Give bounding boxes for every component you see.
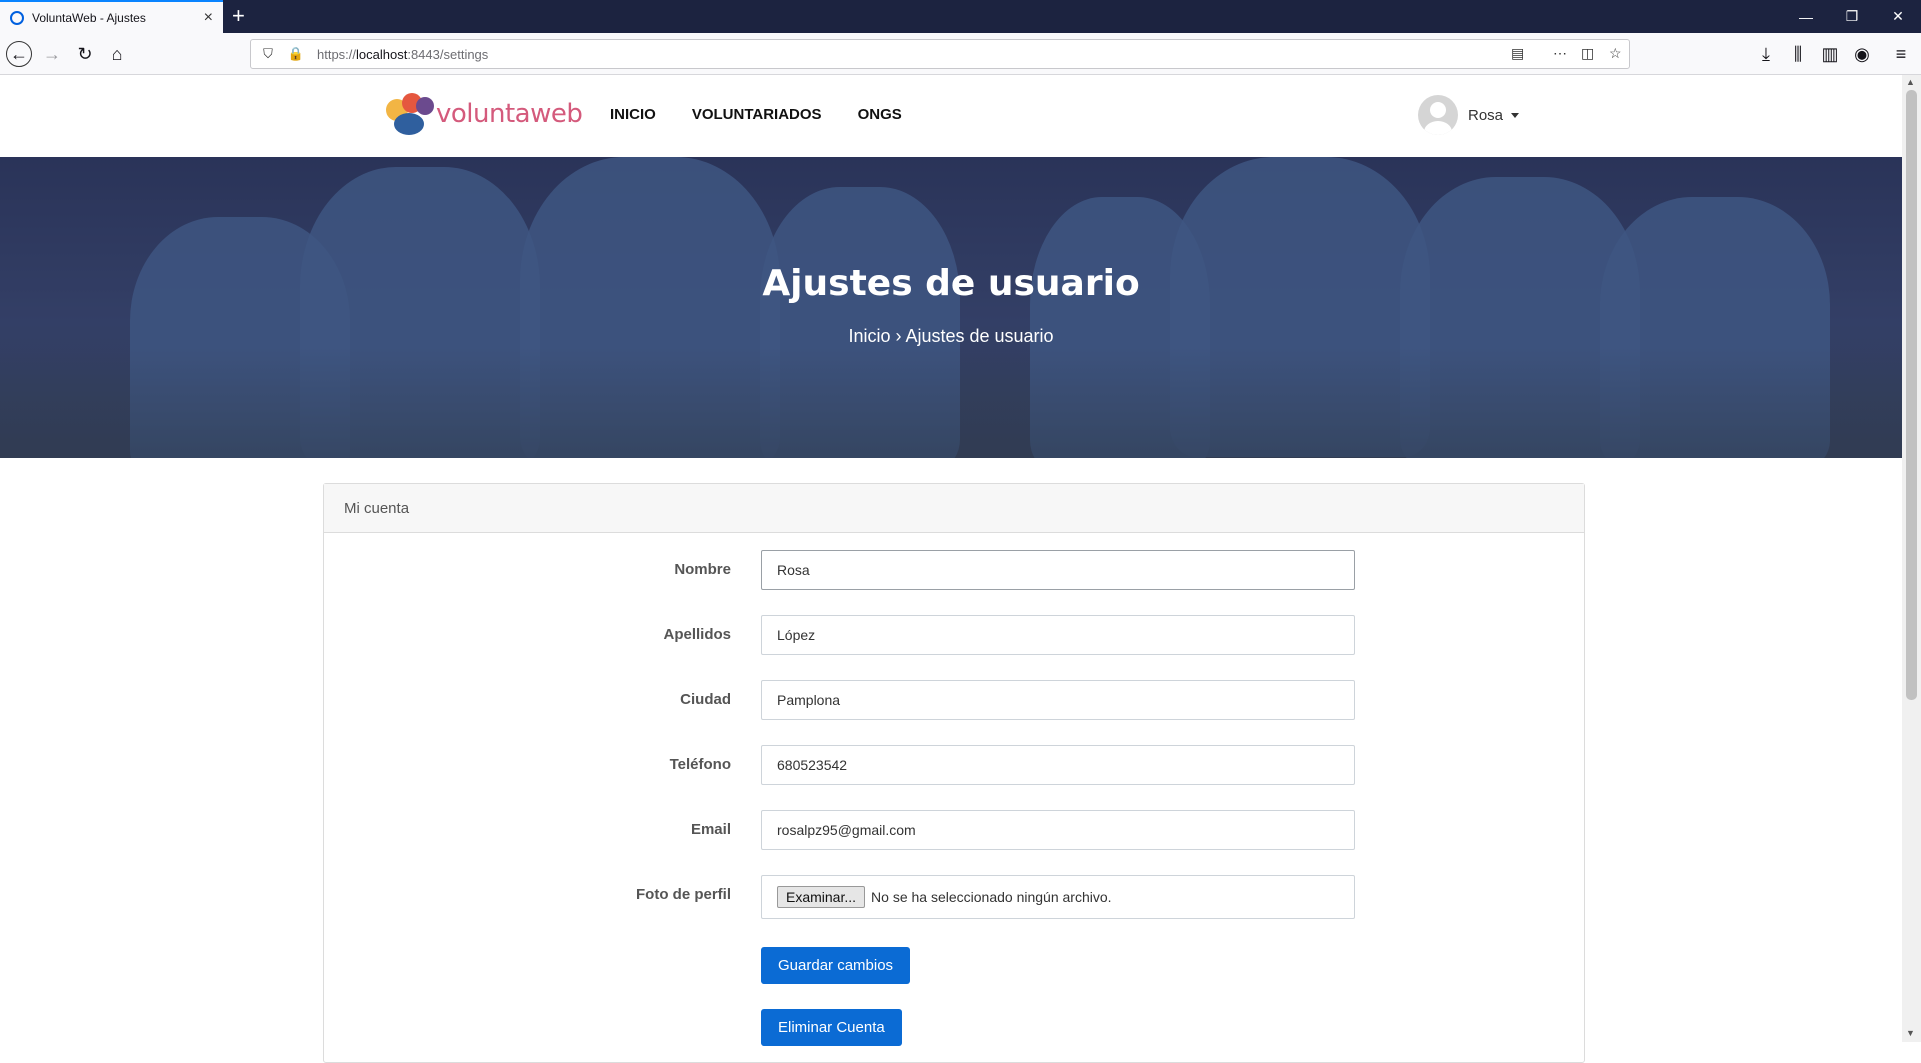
browse-file-button[interactable]: Examinar... (777, 886, 866, 908)
pocket-icon[interactable]: ◫ (1581, 45, 1594, 62)
shield-icon[interactable]: ⛉ (257, 46, 279, 62)
form-row-telefono: Teléfono 680523542 (324, 745, 1584, 785)
form-row-foto: Foto de perfil Examinar... No se ha sele… (324, 875, 1584, 919)
site-favicon-icon (10, 10, 24, 25)
minimize-button[interactable]: — (1783, 0, 1829, 33)
forward-arrow-icon[interactable]: → (39, 41, 65, 67)
close-window-button[interactable]: ✕ (1875, 0, 1921, 33)
reader-view-icon[interactable]: ▤ (1511, 45, 1524, 62)
scrollbar-thumb[interactable] (1906, 90, 1917, 700)
account-icon[interactable]: ◉ (1849, 41, 1875, 67)
page-scrollbar[interactable]: ▲ ▼ (1902, 75, 1921, 1042)
nombre-label: Nombre (674, 561, 731, 578)
avatar (1418, 95, 1458, 135)
site-logo[interactable]: voluntaweb (386, 91, 583, 137)
form-row-email: Email rosalpz95@gmail.com (324, 810, 1584, 850)
delete-account-button[interactable]: Eliminar Cuenta (761, 1009, 902, 1046)
form-row-ciudad: Ciudad Pamplona (324, 680, 1584, 720)
email-input[interactable]: rosalpz95@gmail.com (761, 810, 1355, 850)
menu-item-voluntariados[interactable]: VOLUNTARIADOS (692, 106, 822, 123)
nombre-input[interactable]: Rosa (761, 550, 1355, 590)
site-header: voluntaweb INICIO VOLUNTARIADOS ONGS Ros… (0, 75, 1902, 157)
logo-text: voluntaweb (436, 99, 583, 129)
page-title: Ajustes de usuario (762, 263, 1140, 304)
ciudad-label: Ciudad (680, 691, 731, 708)
chevron-down-icon (1511, 112, 1520, 118)
account-card: Mi cuenta Nombre Rosa Apellidos López Ci… (323, 483, 1585, 1063)
downloads-icon[interactable]: ⤓ (1753, 41, 1779, 67)
new-tab-button[interactable]: + (232, 4, 245, 28)
save-changes-button[interactable]: Guardar cambios (761, 947, 911, 984)
menu-item-ongs[interactable]: ONGS (858, 106, 902, 123)
reload-icon[interactable]: ↻ (72, 41, 98, 67)
url-text[interactable]: https://localhost:8443/settings (317, 47, 488, 62)
home-icon[interactable]: ⌂ (104, 41, 130, 67)
main-menu: INICIO VOLUNTARIADOS ONGS (610, 106, 902, 123)
scroll-down-icon[interactable]: ▼ (1906, 1028, 1915, 1038)
close-tab-icon[interactable]: × (204, 9, 213, 27)
foto-label: Foto de perfil (636, 886, 731, 903)
hero-banner: Ajustes de usuario Inicio › Ajustes de u… (0, 157, 1902, 458)
more-actions-icon[interactable]: ⋯ (1553, 45, 1567, 62)
scroll-up-icon[interactable]: ▲ (1906, 77, 1915, 87)
menu-hamburger-icon[interactable]: ≡ (1888, 41, 1914, 67)
card-title: Mi cuenta (324, 484, 1584, 533)
telefono-input[interactable]: 680523542 (761, 745, 1355, 785)
sidebar-icon[interactable]: ▥ (1817, 41, 1843, 67)
user-menu[interactable]: Rosa (1418, 95, 1520, 135)
ciudad-input[interactable]: Pamplona (761, 680, 1355, 720)
url-bar[interactable]: ⛉ 🔒 https://localhost:8443/settings ▤ ⋯ … (250, 39, 1630, 69)
breadcrumb: Inicio › Ajustes de usuario (848, 326, 1054, 346)
browser-toolbar: ← → ↻ ⌂ ⛉ 🔒 https://localhost:8443/setti… (0, 33, 1921, 75)
restore-button[interactable]: ❐ (1829, 0, 1875, 33)
form-row-apellidos: Apellidos López (324, 615, 1584, 655)
library-icon[interactable]: ⫼ (1785, 41, 1811, 67)
logo-people-icon (386, 91, 434, 137)
telefono-label: Teléfono (669, 756, 731, 773)
form-row-nombre: Nombre Rosa (324, 550, 1584, 590)
email-label: Email (690, 821, 731, 838)
browser-titlebar: VoluntaWeb - Ajustes × + — ❐ ✕ (0, 0, 1921, 33)
browser-tab[interactable]: VoluntaWeb - Ajustes × (0, 0, 223, 33)
user-name: Rosa (1468, 106, 1504, 124)
apellidos-label: Apellidos (663, 626, 731, 643)
lock-warning-icon[interactable]: 🔒 (285, 46, 307, 62)
photo-file-input: Examinar... No se ha seleccionado ningún… (761, 875, 1355, 919)
tab-title: VoluntaWeb - Ajustes (32, 10, 146, 25)
bookmark-star-icon[interactable]: ☆ (1609, 45, 1622, 62)
back-arrow-icon[interactable]: ← (6, 41, 32, 67)
file-status-text: No se ha seleccionado ningún archivo. (871, 889, 1112, 905)
menu-item-inicio[interactable]: INICIO (610, 106, 656, 123)
apellidos-input[interactable]: López (761, 615, 1355, 655)
